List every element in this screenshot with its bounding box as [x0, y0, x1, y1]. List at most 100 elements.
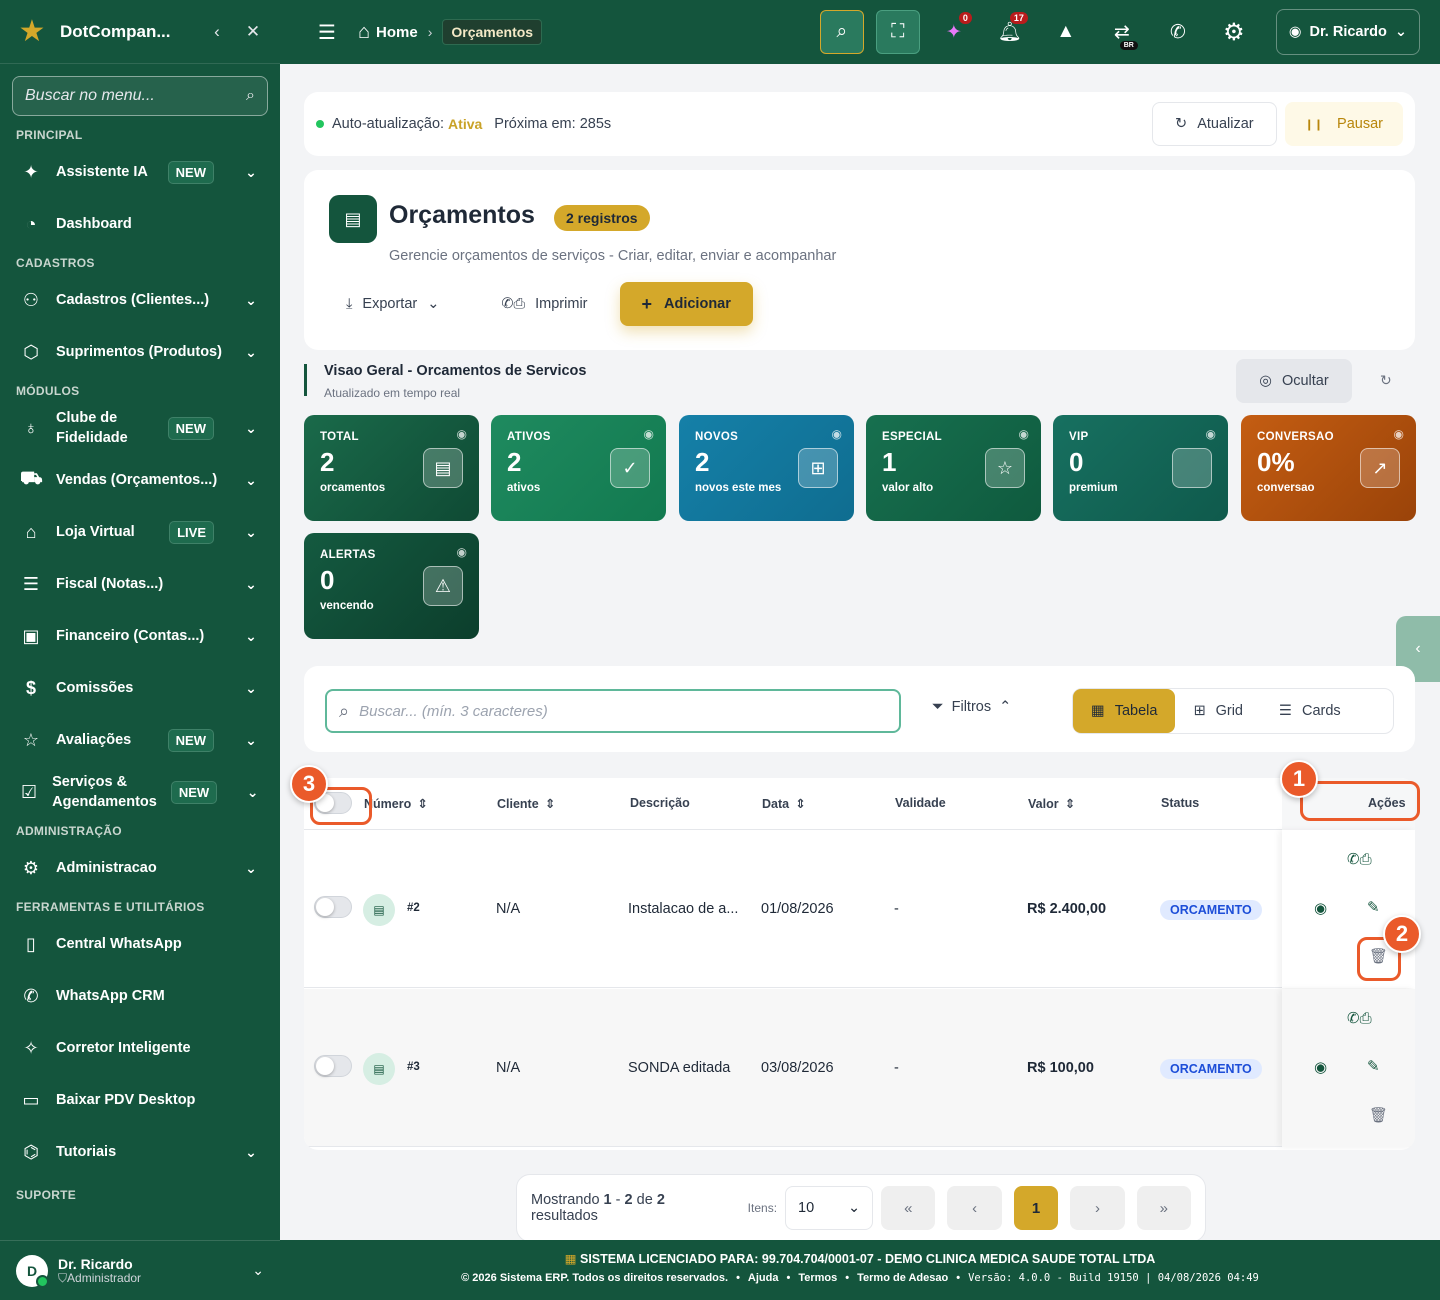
fullscreen-button[interactable]: ⛶ [875, 10, 920, 54]
table-row[interactable]: ▤ #2 N/A Instalacao de a... 01/08/2026 -… [304, 830, 1415, 988]
row-select-toggle[interactable] [314, 896, 352, 918]
close-icon[interactable]: ✕ [240, 22, 266, 42]
footer-link-ajuda[interactable]: Ajuda [748, 1272, 779, 1284]
sidebar-item-vendas[interactable]: ⛟ Vendas (Orçamentos...) ⌄ [0, 454, 280, 506]
language-button[interactable]: ⇄ BR [1100, 10, 1144, 54]
sidebar-item-central-whatsapp[interactable]: ▯ Central WhatsApp [0, 918, 280, 970]
whatsapp-print-icon[interactable]: ✆⎙ [1347, 850, 1372, 868]
eye-icon[interactable]: ◉ [832, 427, 842, 441]
col-cliente[interactable]: Cliente ⇕ [497, 796, 555, 812]
col-numero[interactable]: Número ⇕ [364, 796, 428, 812]
col-valor[interactable]: Valor ⇕ [1028, 796, 1075, 812]
page-button[interactable]: 1 [1013, 1186, 1059, 1230]
sidebar-item-tutoriais[interactable]: ⌬ Tutoriais ⌄ [0, 1126, 280, 1178]
plus-icon: + [641, 293, 653, 314]
notifications-button[interactable]: 🔔︎ 17 [988, 10, 1032, 54]
eye-icon[interactable]: ◉ [1394, 427, 1404, 441]
sidebar-item-baixar-pdv[interactable]: ▭ Baixar PDV Desktop [0, 1074, 280, 1126]
view-table-button[interactable]: ▦ Tabela [1073, 689, 1176, 733]
pause-button[interactable]: ❙❙ Pausar [1284, 102, 1403, 146]
eye-icon[interactable]: ◉ [644, 427, 654, 441]
eye-icon[interactable]: ◉ [457, 427, 467, 441]
sidebar-item-clube-fidelidade[interactable]: ♁ Clube de Fidelidade NEW ⌄ [0, 402, 280, 454]
eye-icon[interactable]: ◉ [457, 545, 467, 559]
add-button[interactable]: + Adicionar [619, 282, 753, 326]
marker-2: 2 [1383, 915, 1421, 953]
sidebar-item-loja-virtual[interactable]: ⌂ Loja Virtual LIVE ⌄ [0, 506, 280, 558]
settings-button[interactable]: ⚙ [1212, 10, 1256, 54]
alerts-button[interactable]: ▲ [1044, 10, 1088, 54]
delete-icon[interactable]: 🗑︎ [1369, 1106, 1388, 1124]
whatsapp-button[interactable]: ✆ [1156, 10, 1200, 54]
double-chevron-left-icon: « [904, 1199, 913, 1217]
whatsapp-print-icon[interactable]: ✆⎙ [1347, 1009, 1372, 1027]
sidebar-item-fiscal[interactable]: ☰ Fiscal (Notas...) ⌄ [0, 558, 280, 610]
section-suporte: SUPORTE [16, 1188, 77, 1202]
table-search-input[interactable] [359, 702, 887, 720]
eye-icon[interactable]: ◉ [1206, 427, 1216, 441]
col-data[interactable]: Data ⇕ [762, 796, 806, 812]
print-button[interactable]: ✆⎙ Imprimir [489, 282, 599, 326]
collapse-sidebar-icon[interactable]: ‹ [204, 22, 230, 42]
view-cards-button[interactable]: ☰ Cards [1261, 691, 1359, 731]
sidebar-item-suprimentos[interactable]: ⬡ Suprimentos (Produtos) ⌄ [0, 326, 280, 378]
stat-card-total[interactable]: TOTAL 2 orcamentos ◉ ▤ [304, 415, 479, 521]
sidebar-item-label: Administracao [56, 860, 157, 876]
pg-dash: - [615, 1192, 621, 1208]
overview-refresh-icon[interactable]: ↻ [1380, 372, 1392, 389]
sidebar-item-comissoes[interactable]: $ Comissões ⌄ [0, 662, 280, 714]
shield-icon: ⛉ [58, 1270, 68, 1285]
sidebar-item-assistente-ia[interactable]: ✦ Assistente IA NEW ⌄ [0, 146, 280, 198]
stat-card-especial[interactable]: ESPECIAL 1 valor alto ◉ ☆ [866, 415, 1041, 521]
table-row[interactable]: ▤ #3 N/A SONDA editada 03/08/2026 - R$ 1… [304, 989, 1415, 1147]
chevron-down-icon: ⌄ [246, 783, 259, 800]
sidebar-item-corretor[interactable]: ✧ Corretor Inteligente [0, 1022, 280, 1074]
stat-card-ativos[interactable]: ATIVOS 2 ativos ◉ ✓ [491, 415, 666, 521]
sidebar-item-administracao[interactable]: ⚙ Administracao ⌄ [0, 842, 280, 894]
breadcrumb-home[interactable]: ⌂ Home [358, 21, 418, 44]
view-grid-button[interactable]: ⊞ Grid [1175, 691, 1261, 731]
filters-button[interactable]: ⏷ Filtros ⌃ [932, 699, 1011, 715]
chevron-right-icon: › [1095, 1199, 1101, 1217]
items-per-page-select[interactable]: 10 ⌄ [785, 1186, 874, 1230]
stat-card-conversao[interactable]: CONVERSAO 0% conversao ◉ ↗ [1241, 415, 1416, 521]
global-search-button[interactable]: ⌕ [819, 10, 864, 54]
refresh-button[interactable]: ↻ Atualizar [1152, 102, 1277, 146]
stat-card-novos[interactable]: NOVOS 2 novos este mes ◉ ⊞ [679, 415, 854, 521]
sidebar-user[interactable]: D Dr. Ricardo ⛉Administrador ⌄ [0, 1240, 280, 1300]
eye-icon[interactable]: ◉ [1019, 427, 1029, 441]
user-name: Dr. Ricardo [58, 1255, 133, 1272]
print-label: Imprimir [535, 296, 588, 312]
last-page-button[interactable]: » [1136, 1186, 1191, 1230]
sidebar-item-servicos[interactable]: ☑ Serviços & Agendamentos NEW ⌄ [0, 766, 280, 818]
stat-card-alertas[interactable]: ALERTAS 0 vencendo ◉ ⚠ [304, 533, 479, 639]
row-select-toggle[interactable] [314, 1055, 352, 1077]
edit-icon[interactable]: ✎ [1367, 1057, 1380, 1075]
ai-button[interactable]: ✦ 0 [932, 10, 976, 54]
sidebar-item-label: Fiscal (Notas...) [56, 576, 164, 592]
hide-overview-button[interactable]: ◎ Ocultar [1236, 359, 1352, 403]
footer-link-termos[interactable]: Termos [798, 1272, 837, 1284]
first-page-button[interactable]: « [881, 1186, 936, 1230]
sidebar-item-whatsapp-crm[interactable]: ✆ WhatsApp CRM [0, 970, 280, 1022]
pause-icon: ❙❙ [1304, 118, 1324, 131]
export-button[interactable]: ⤓ Exportar ⌄ [334, 282, 451, 326]
hamburger-menu-icon[interactable]: ☰ [318, 20, 336, 45]
sidebar-item-dashboard[interactable]: ◔ Dashboard [0, 198, 280, 250]
edit-icon[interactable]: ✎ [1367, 898, 1380, 916]
stat-card-vip[interactable]: VIP 0 premium ◉ [1053, 415, 1228, 521]
prev-page-button[interactable]: ‹ [947, 1186, 1002, 1230]
new-badge: NEW [167, 416, 214, 440]
view-icon[interactable]: ◉ [1314, 1058, 1327, 1076]
sidebar-item-avaliacoes[interactable]: ☆ Avaliações NEW ⌄ [0, 714, 280, 766]
user-menu[interactable]: ◉ Dr. Ricardo ⌄ [1275, 9, 1420, 55]
sidebar-item-financeiro[interactable]: ▣ Financeiro (Contas...) ⌄ [0, 610, 280, 662]
view-icon[interactable]: ◉ [1314, 899, 1327, 917]
whatsapp-icon: ✆ [1169, 21, 1186, 43]
footer-link-termo-adesao[interactable]: Termo de Adesao [857, 1272, 948, 1284]
next-page-button[interactable]: › [1070, 1186, 1125, 1230]
overview-title: Visao Geral - Orcamentos de Servicos [324, 363, 587, 379]
whatsapp-print-icon: ✆⎙ [501, 296, 526, 312]
sidebar-item-cadastros[interactable]: ⚇ Cadastros (Clientes...) ⌄ [0, 274, 280, 326]
menu-search-input[interactable] [25, 87, 247, 105]
